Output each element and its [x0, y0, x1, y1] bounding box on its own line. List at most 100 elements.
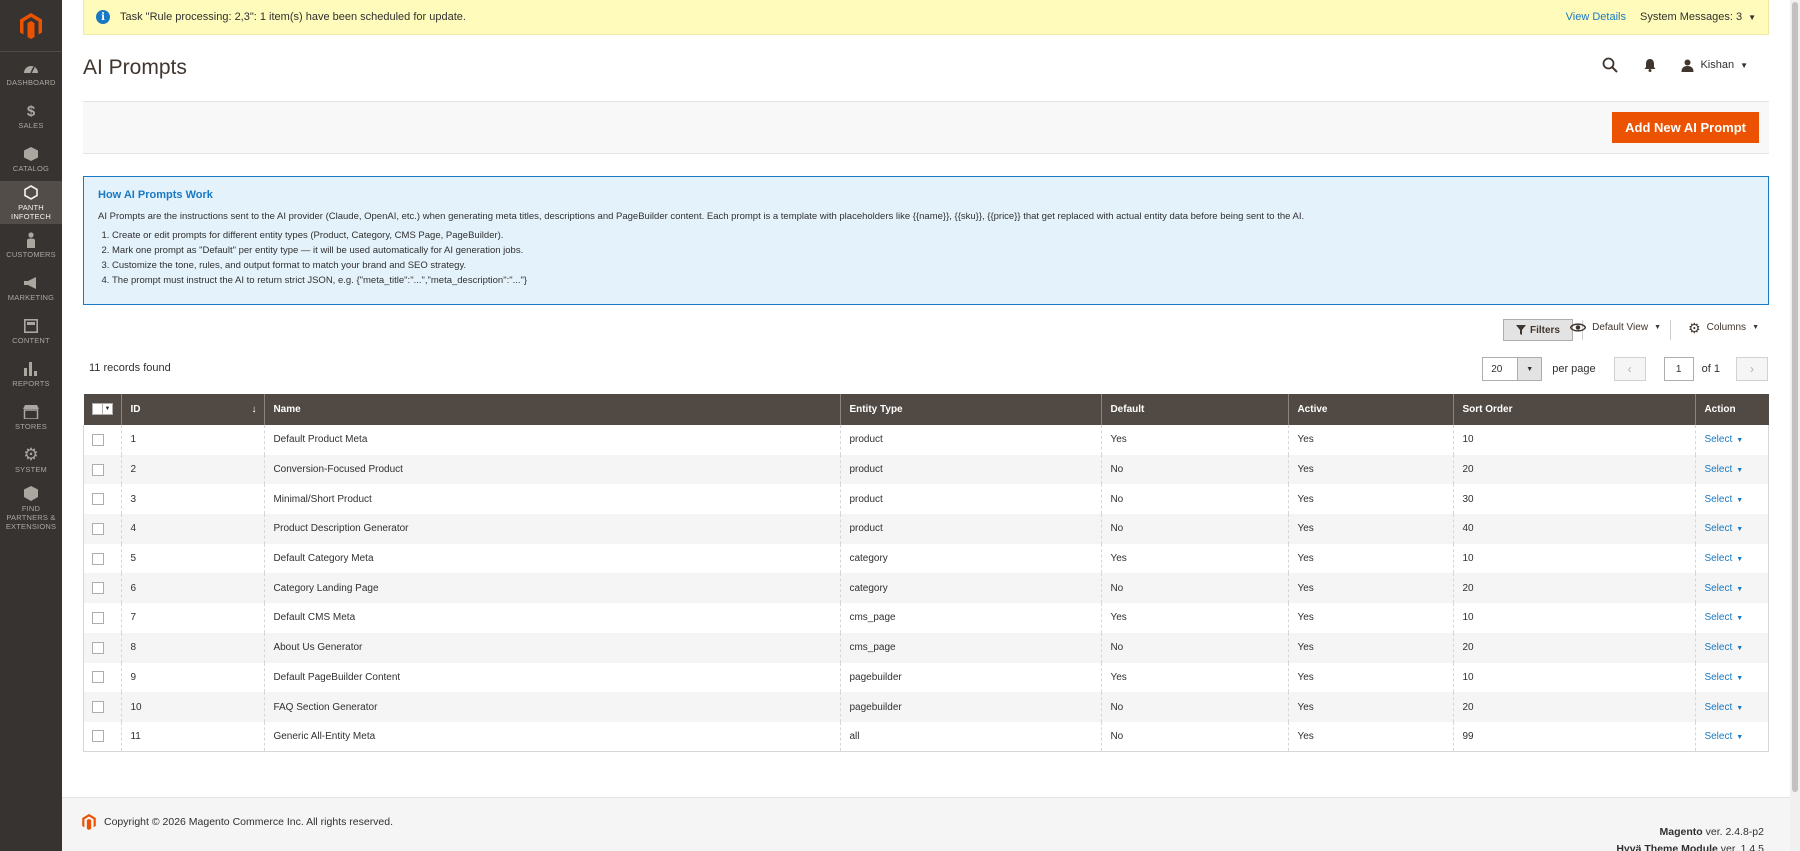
- column-header-name[interactable]: Name: [264, 394, 841, 425]
- per-page-toggle[interactable]: ▼: [1518, 357, 1543, 381]
- scrollbar-thumb[interactable]: [1792, 2, 1798, 792]
- row-checkbox[interactable]: [92, 493, 104, 506]
- row-action-select[interactable]: Select ▼: [1704, 553, 1743, 564]
- dollar-icon: $: [26, 102, 36, 120]
- row-checkbox[interactable]: [92, 582, 104, 595]
- table-row[interactable]: 6 Category Landing Page category No Yes 20 Sel…: [82, 573, 1769, 604]
- column-header-entity-type[interactable]: Entity Type: [840, 394, 1102, 425]
- row-checkbox-cell[interactable]: [82, 692, 122, 722]
- column-header-action: Action: [1695, 394, 1769, 425]
- default-view-dropdown[interactable]: Default View ▼: [1570, 322, 1661, 333]
- row-checkbox[interactable]: [92, 641, 104, 654]
- caret-down-icon: ▼: [1736, 645, 1744, 653]
- row-action-select[interactable]: Select ▼: [1704, 672, 1743, 683]
- row-checkbox-cell[interactable]: [82, 484, 122, 515]
- sidebar-item-stores[interactable]: STORES: [0, 396, 62, 439]
- sidebar-item-content[interactable]: CONTENT: [0, 310, 62, 353]
- mass-select-checkbox[interactable]: ▼: [91, 402, 114, 415]
- row-checkbox[interactable]: [92, 730, 104, 743]
- column-header-id[interactable]: ID ↓: [121, 394, 265, 425]
- sidebar-item-marketing[interactable]: MARKETING: [0, 267, 62, 310]
- table-row[interactable]: 1 Default Product Meta product Yes Yes 10 Sele…: [82, 425, 1769, 455]
- pagination: 20 ▼ per page ‹ 1 of 1 ›: [1482, 357, 1768, 381]
- caret-down-icon: ▼: [1736, 674, 1744, 682]
- table-row[interactable]: 4 Product Description Generator product No Y…: [82, 514, 1769, 544]
- reports-icon: [22, 361, 40, 377]
- add-new-ai-prompt-button[interactable]: Add New AI Prompt: [1612, 112, 1759, 143]
- page-actions-bar: Add New AI Prompt: [83, 101, 1769, 154]
- row-action-select[interactable]: Select ▼: [1704, 612, 1743, 623]
- table-row[interactable]: 10 FAQ Section Generator pagebuilder No Yes 2…: [82, 692, 1769, 722]
- page-scrollbar[interactable]: [1790, 0, 1800, 851]
- mass-select-header[interactable]: ▼: [83, 394, 122, 425]
- row-checkbox-cell[interactable]: [82, 425, 122, 455]
- row-checkbox-cell[interactable]: [82, 543, 122, 574]
- previous-page-button[interactable]: ‹: [1613, 357, 1646, 381]
- table-row[interactable]: 2 Conversion-Focused Product product No Yes 2…: [82, 454, 1769, 485]
- next-page-button[interactable]: ›: [1736, 357, 1768, 381]
- cell-name: Category Landing Page: [264, 573, 841, 604]
- records-found: 11 records found: [89, 362, 171, 374]
- row-action-select[interactable]: Select ▼: [1704, 702, 1743, 713]
- row-checkbox[interactable]: [92, 552, 104, 565]
- table-row[interactable]: 9 Default PageBuilder Content pagebuilder Y…: [82, 662, 1769, 693]
- table-row[interactable]: 7 Default CMS Meta cms_page Yes Yes 10 Select ▼: [82, 603, 1769, 633]
- row-checkbox-cell[interactable]: [82, 662, 122, 693]
- column-header-default[interactable]: Default: [1101, 394, 1289, 425]
- cell-active: Yes: [1288, 514, 1454, 544]
- info-icon: i: [96, 10, 110, 24]
- row-checkbox[interactable]: [92, 701, 104, 714]
- columns-dropdown[interactable]: ⚙ Columns ▼: [1688, 321, 1759, 335]
- per-page-select[interactable]: 20: [1482, 357, 1519, 381]
- cell-sort-order: 20: [1453, 632, 1696, 663]
- search-icon[interactable]: [1601, 56, 1619, 74]
- cell-entity-type: cms_page: [840, 632, 1102, 663]
- sidebar-item-find-partners-extensions[interactable]: FIND PARTNERS & EXTENSIONS: [0, 482, 62, 534]
- row-checkbox[interactable]: [92, 463, 104, 476]
- user-account-menu[interactable]: Kishan ▼: [1681, 59, 1748, 72]
- sidebar-item-catalog[interactable]: CATALOG: [0, 138, 62, 181]
- row-checkbox-cell[interactable]: [82, 632, 122, 663]
- row-checkbox-cell[interactable]: [82, 514, 122, 544]
- row-checkbox-cell[interactable]: [82, 573, 122, 604]
- row-checkbox[interactable]: [92, 522, 104, 535]
- sidebar-item-sales[interactable]: $ SALES: [0, 95, 62, 138]
- row-action-select[interactable]: Select ▼: [1704, 523, 1743, 534]
- hyva-version: Hyvä Theme Module ver. 1.4.5: [1616, 843, 1764, 851]
- footer-copyright: Copyright © 2026 Magento Commerce Inc. A…: [82, 814, 393, 830]
- magento-logo[interactable]: [0, 0, 62, 52]
- current-page-input[interactable]: 1: [1663, 357, 1694, 381]
- cell-active: Yes: [1288, 484, 1454, 515]
- table-row[interactable]: 11 Generic All-Entity Meta all No Yes 99 Selec…: [82, 721, 1769, 753]
- view-details-link[interactable]: View Details: [1566, 11, 1626, 23]
- cell-id: 5: [121, 543, 265, 574]
- cell-id: 1: [121, 425, 265, 455]
- row-action-select[interactable]: Select ▼: [1704, 434, 1743, 445]
- column-header-sort-order[interactable]: Sort Order: [1453, 394, 1696, 425]
- table-row[interactable]: 3 Minimal/Short Product product No Yes 30 Sele…: [82, 484, 1769, 515]
- bell-icon[interactable]: [1641, 56, 1659, 74]
- notification-message: Task "Rule processing: 2,3": 1 item(s) h…: [120, 11, 466, 23]
- sidebar-item-system[interactable]: ⚙ SYSTEM: [0, 439, 62, 482]
- table-row[interactable]: 5 Default Category Meta category Yes Yes 10 Se…: [82, 543, 1769, 574]
- filters-button[interactable]: Filters: [1503, 319, 1573, 341]
- column-header-active[interactable]: Active: [1288, 394, 1454, 425]
- row-checkbox-cell[interactable]: [82, 454, 122, 485]
- system-notification-bar: i Task "Rule processing: 2,3": 1 item(s)…: [83, 0, 1769, 35]
- sidebar-item-panth-infotech[interactable]: PANTH INFOTECH: [0, 181, 62, 224]
- sidebar-item-reports[interactable]: REPORTS: [0, 353, 62, 396]
- row-checkbox-cell[interactable]: [82, 721, 122, 753]
- system-messages-toggle[interactable]: System Messages: 3 ▼: [1640, 11, 1756, 23]
- row-checkbox[interactable]: [92, 433, 104, 446]
- sidebar-item-dashboard[interactable]: DASHBOARD: [0, 52, 62, 95]
- row-checkbox[interactable]: [92, 611, 104, 624]
- row-action-select[interactable]: Select ▼: [1704, 464, 1743, 475]
- row-checkbox[interactable]: [92, 671, 104, 684]
- row-action-select[interactable]: Select ▼: [1704, 583, 1743, 594]
- table-row[interactable]: 8 About Us Generator cms_page No Yes 20 Select…: [82, 632, 1769, 663]
- sidebar-item-customers[interactable]: CUSTOMERS: [0, 224, 62, 267]
- row-checkbox-cell[interactable]: [82, 603, 122, 633]
- row-action-select[interactable]: Select ▼: [1704, 731, 1743, 742]
- row-action-select[interactable]: Select ▼: [1704, 494, 1743, 505]
- row-action-select[interactable]: Select ▼: [1704, 642, 1743, 653]
